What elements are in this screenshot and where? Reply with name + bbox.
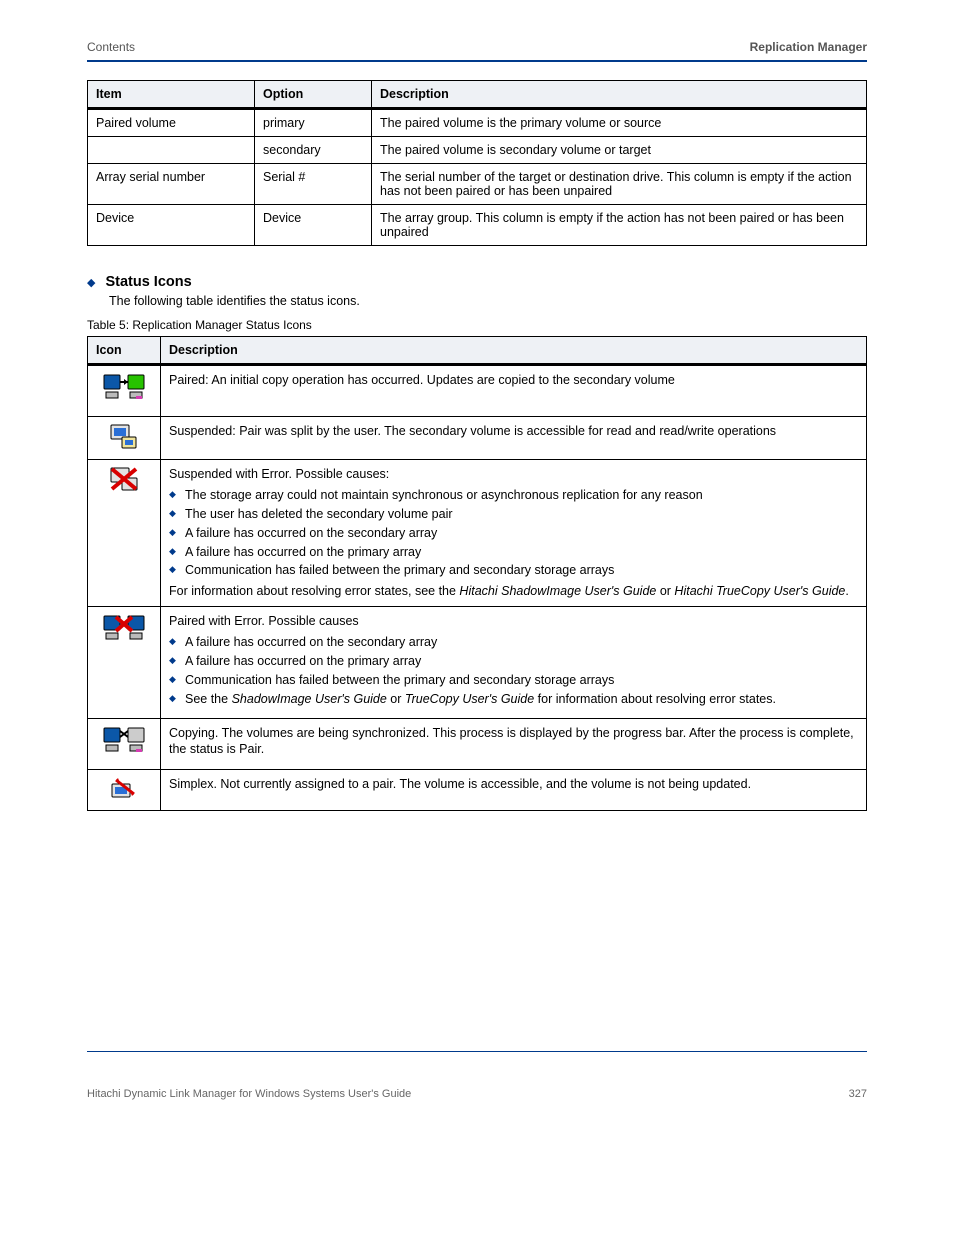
cell-text: Suspended with Error. Possible causes: — [169, 466, 858, 483]
cell-item: Device — [88, 205, 255, 246]
status-icon-cell — [88, 417, 161, 460]
list-item: Communication has failed between the pri… — [169, 562, 858, 579]
status-icon-cell — [88, 607, 161, 718]
options-table: Item Option Description Paired volumepri… — [87, 80, 867, 246]
header-left: Contents — [87, 40, 135, 54]
cell-text: Copying. The volumes are being synchroni… — [169, 725, 858, 759]
cell-option: Device — [255, 205, 372, 246]
cell-item — [88, 137, 255, 164]
list-item: The storage array could not maintain syn… — [169, 487, 858, 504]
pair-icon — [92, 372, 156, 410]
table-row: Simplex. Not currently assigned to a pai… — [88, 769, 867, 810]
table-row: secondaryThe paired volume is secondary … — [88, 137, 867, 164]
cell-desc: Paired: An initial copy operation has oc… — [161, 365, 867, 417]
col-option: Option — [255, 81, 372, 109]
cell-desc: The array group. This column is empty if… — [372, 205, 867, 246]
cell-desc: The paired volume is secondary volume or… — [372, 137, 867, 164]
footer-left: Hitachi Dynamic Link Manager for Windows… — [87, 1088, 411, 1100]
cell-desc: Simplex. Not currently assigned to a pai… — [161, 769, 867, 810]
table-row: Suspended with Error. Possible causes: Th… — [88, 460, 867, 607]
table-row: Paired: An initial copy operation has oc… — [88, 365, 867, 417]
table-caption: Table 5: Replication Manager Status Icon… — [87, 318, 867, 332]
page-header: Contents Replication Manager — [87, 40, 867, 54]
section-title: Status Icons — [105, 274, 191, 290]
cell-text: Simplex. Not currently assigned to a pai… — [169, 776, 858, 793]
col-desc: Description — [372, 81, 867, 109]
diamond-icon: ◆ — [87, 276, 95, 289]
table-header-row: Item Option Description — [88, 81, 867, 109]
status-icons-table: Icon Description Paired: An initial copy… — [87, 336, 867, 811]
cell-text: Suspended: Pair was split by the user. T… — [169, 423, 858, 440]
col-icon: Icon — [88, 337, 161, 365]
section-subtitle: The following table identifies the statu… — [109, 294, 867, 308]
page-footer: Hitachi Dynamic Link Manager for Windows… — [87, 1088, 867, 1100]
cell-desc: Suspended with Error. Possible causes: Th… — [161, 460, 867, 607]
status-icon-cell — [88, 769, 161, 810]
cell-text: Paired: An initial copy operation has oc… — [169, 372, 858, 389]
copy-icon — [92, 725, 156, 763]
status-icon-cell — [88, 460, 161, 607]
col-item: Item — [88, 81, 255, 109]
col-desc: Description — [161, 337, 867, 365]
list-item: Communication has failed between the pri… — [169, 672, 858, 689]
pex-icon — [92, 613, 156, 651]
table-row: Paired with Error. Possible causes A fail… — [88, 607, 867, 718]
cell-item: Paired volume — [88, 109, 255, 137]
header-rule — [87, 60, 867, 62]
simp-icon — [92, 776, 156, 804]
table-row: Paired volumeprimaryThe paired volume is… — [88, 109, 867, 137]
cell-option: primary — [255, 109, 372, 137]
cell-text: Paired with Error. Possible causes — [169, 613, 858, 630]
table-header-row: Icon Description — [88, 337, 867, 365]
cell-desc: Suspended: Pair was split by the user. T… — [161, 417, 867, 460]
cell-note: For information about resolving error st… — [169, 583, 858, 600]
header-right: Replication Manager — [750, 40, 867, 54]
susp-icon — [92, 423, 156, 453]
cell-option: secondary — [255, 137, 372, 164]
list-item: A failure has occurred on the primary ar… — [169, 544, 858, 561]
footer-right: 327 — [849, 1088, 867, 1100]
table-row: Copying. The volumes are being synchroni… — [88, 718, 867, 769]
table-row: Array serial numberSerial #The serial nu… — [88, 164, 867, 205]
table-row: DeviceDeviceThe array group. This column… — [88, 205, 867, 246]
cell-desc: The paired volume is the primary volume … — [372, 109, 867, 137]
suspx-icon — [92, 466, 156, 496]
list-item: A failure has occurred on the secondary … — [169, 525, 858, 542]
list-item: A failure has occurred on the primary ar… — [169, 653, 858, 670]
list-item: The user has deleted the secondary volum… — [169, 506, 858, 523]
cell-item: Array serial number — [88, 164, 255, 205]
cell-option: Serial # — [255, 164, 372, 205]
table-row: Suspended: Pair was split by the user. T… — [88, 417, 867, 460]
section-heading: ◆ Status Icons — [87, 274, 867, 290]
status-icon-cell — [88, 365, 161, 417]
list-item: See the ShadowImage User's Guide or True… — [169, 691, 858, 708]
cell-desc: Copying. The volumes are being synchroni… — [161, 718, 867, 769]
footer-rule — [87, 1051, 867, 1052]
status-icon-cell — [88, 718, 161, 769]
cell-desc: The serial number of the target or desti… — [372, 164, 867, 205]
cell-desc: Paired with Error. Possible causes A fail… — [161, 607, 867, 718]
list-item: A failure has occurred on the secondary … — [169, 634, 858, 651]
